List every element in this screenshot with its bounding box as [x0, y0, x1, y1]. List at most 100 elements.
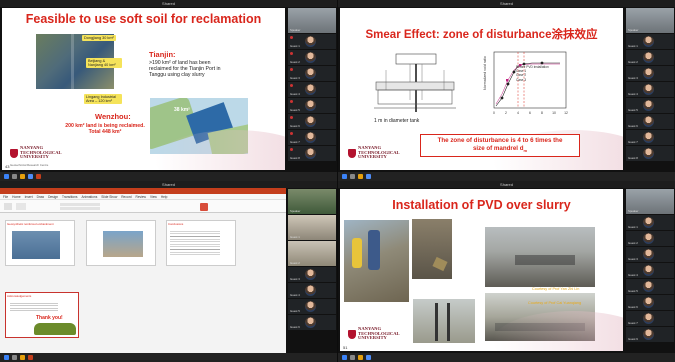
start-icon[interactable]	[4, 355, 9, 360]
participant-tile[interactable]: Guest 4	[288, 283, 336, 298]
font-format-bar[interactable]	[60, 207, 100, 210]
ribbon-tab[interactable]: View	[150, 194, 157, 199]
search-icon[interactable]	[350, 355, 355, 360]
ribbon-tab[interactable]: Home	[12, 194, 21, 199]
start-icon[interactable]	[342, 355, 347, 360]
muted-mic-icon	[290, 116, 293, 119]
ribbon-tab[interactable]: Design	[48, 194, 58, 199]
powerpoint-window: File Home Insert Draw Design Transitions Anima…	[0, 188, 286, 354]
slide-thumbnail[interactable]	[86, 220, 156, 266]
participant-tile[interactable]: Speaker	[288, 189, 336, 214]
slide-reclamation: Feasible to use soft soil for reclamatio…	[2, 8, 285, 170]
browser-icon[interactable]	[366, 355, 371, 360]
map-label-dongjiang: Dongjiang 30 km²	[82, 35, 116, 41]
powerpoint-icon[interactable]	[28, 355, 33, 360]
participant-tile[interactable]: Guest 5	[626, 98, 674, 113]
participant-tile[interactable]: Speaker	[626, 8, 674, 33]
photo-caption-2: Courtesy of Prof Cai Yuanqiang	[528, 301, 582, 305]
ribbon-tab[interactable]: Insert	[25, 194, 33, 199]
paste-icon[interactable]	[4, 203, 12, 210]
participant-tile[interactable]: Guest 2	[288, 241, 336, 266]
wenzhou-map-label: 38 km²	[174, 107, 190, 113]
avatar	[643, 36, 654, 47]
participant-tile[interactable]: Guest 1	[288, 34, 336, 49]
participant-tile[interactable]: Guest 3	[288, 267, 336, 282]
ribbon-tab[interactable]: Review	[136, 194, 146, 199]
participant-tile[interactable]: Guest 5	[626, 279, 674, 294]
participant-tile[interactable]: Guest 6	[288, 315, 336, 330]
avatar	[305, 285, 316, 296]
thumbnail-text	[10, 301, 58, 313]
folder-icon[interactable]	[20, 355, 25, 360]
participant-tile[interactable]: Guest 4	[626, 82, 674, 97]
ribbon-tab[interactable]: Help	[161, 194, 168, 199]
folder-icon[interactable]	[20, 174, 25, 179]
participant-tile[interactable]: Speaker	[626, 189, 674, 214]
participant-tile[interactable]: Guest 7	[626, 130, 674, 145]
avatar	[643, 217, 654, 228]
avatar	[643, 148, 654, 159]
participant-tile[interactable]: Guest 3	[626, 247, 674, 262]
participant-tile[interactable]: Guest 6	[288, 114, 336, 129]
start-icon[interactable]	[342, 174, 347, 179]
participant-tile[interactable]: Guest 6	[626, 295, 674, 310]
shapes-icon[interactable]	[200, 203, 208, 211]
browser-icon[interactable]	[366, 174, 371, 179]
note-line-2: size of mandrel dm	[472, 144, 528, 153]
browser-icon[interactable]	[28, 174, 33, 179]
start-icon[interactable]	[4, 174, 9, 179]
search-icon[interactable]	[12, 355, 17, 360]
powerpoint-icon[interactable]	[36, 174, 41, 179]
participant-tile[interactable]: Guest 3	[288, 66, 336, 81]
participant-tile[interactable]: Guest 1	[288, 215, 336, 240]
participant-tile[interactable]: Guest 9	[626, 327, 674, 342]
map-label-beijiang: Beijiang & Nanjiang 40 km²	[86, 58, 122, 69]
meeting-window-top-left: Shared Feasible to use soft soil for rec…	[0, 0, 337, 181]
void-ratio-chart: Normalized void ratio 0 2 4 6 8 10 12	[483, 51, 568, 115]
page-number: 43	[5, 164, 10, 169]
font-selector[interactable]	[60, 203, 100, 206]
participant-tile[interactable]: Guest 2	[626, 231, 674, 246]
participant-tile[interactable]: Guest 7	[626, 311, 674, 326]
ribbon-tab[interactable]: Record	[121, 194, 131, 199]
ribbon-tab[interactable]: File	[3, 194, 8, 199]
participant-tile[interactable]: Guest 8	[626, 146, 674, 161]
participant-tile[interactable]: Guest 2	[626, 50, 674, 65]
participant-tile[interactable]: Guest 1	[626, 215, 674, 230]
slide-thumbnail-selected[interactable]: Acknowledgements Thank you!	[5, 292, 79, 338]
participant-tile[interactable]: Guest 7	[288, 130, 336, 145]
avatar	[643, 68, 654, 79]
ribbon-tab[interactable]: Draw	[37, 194, 44, 199]
folder-icon[interactable]	[358, 174, 363, 179]
slide-thumbnail[interactable]: Conclusions	[166, 220, 236, 266]
search-icon[interactable]	[350, 174, 355, 179]
thumbnail-image	[34, 323, 76, 335]
avatar	[305, 84, 316, 95]
search-icon[interactable]	[12, 174, 17, 179]
folder-icon[interactable]	[358, 355, 363, 360]
muted-mic-icon	[290, 52, 293, 55]
avatar	[305, 148, 316, 159]
participant-tile[interactable]: Guest 4	[626, 263, 674, 278]
participant-tile[interactable]: Guest 6	[626, 114, 674, 129]
participant-tile[interactable]: Guest 2	[288, 50, 336, 65]
meeting-window-top-right: Shared Smear Effect: zone of disturbance…	[338, 0, 675, 181]
avatar	[643, 116, 654, 127]
slide-thumbnail[interactable]: Geosynthetic reinforced embankment	[5, 220, 75, 266]
participant-tile[interactable]: Guest 8	[288, 146, 336, 161]
avatar	[643, 233, 654, 244]
new-slide-icon[interactable]	[16, 203, 26, 210]
ribbon-tab[interactable]: Transitions	[62, 194, 77, 199]
ntu-logo: NANYANG TECHNOLOGICAL UNIVERSITY	[348, 145, 400, 160]
avatar	[305, 116, 316, 127]
ribbon-tab[interactable]: Animations	[82, 194, 98, 199]
ribbon-tab[interactable]: Slide Show	[101, 194, 117, 199]
participant-tile[interactable]: Guest 5	[288, 98, 336, 113]
participant-tile[interactable]: Guest 1	[626, 34, 674, 49]
participant-tile[interactable]: Guest 5	[288, 299, 336, 314]
participant-tile[interactable]: Guest 4	[288, 82, 336, 97]
avatar	[305, 317, 316, 328]
participant-tile[interactable]: Speaker	[288, 8, 336, 33]
tank-schematic	[374, 53, 456, 112]
participant-tile[interactable]: Guest 3	[626, 66, 674, 81]
